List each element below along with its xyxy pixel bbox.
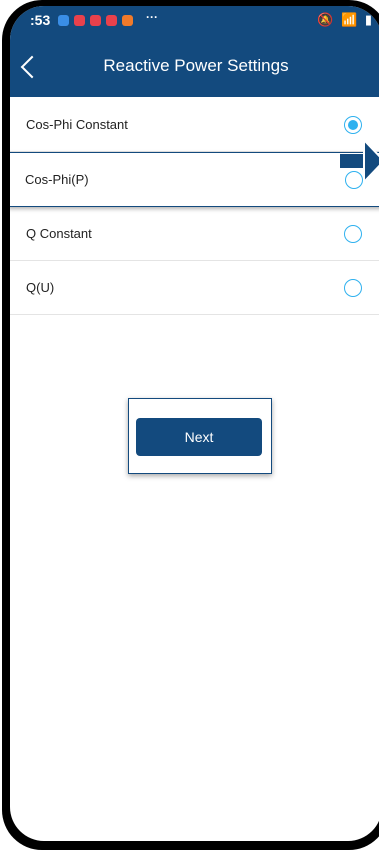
annotation-arrow-icon (340, 140, 379, 184)
next-button[interactable]: Next (136, 418, 262, 456)
option-label: Q(U) (26, 280, 55, 295)
notification-icon (74, 15, 85, 26)
notification-icon (90, 15, 101, 26)
radio-icon[interactable] (344, 278, 362, 297)
option-q-constant[interactable]: Q Constant (10, 207, 379, 261)
notification-icon (122, 15, 133, 26)
status-time: :53 (30, 12, 51, 28)
phone-frame: :53 ··· 🔕 📶 ▮ Reactive Power Settings Co… (2, 0, 379, 850)
radio-icon[interactable] (344, 224, 362, 243)
notification-icon (106, 15, 117, 26)
option-label: Q Constant (26, 226, 92, 241)
screen: :53 ··· 🔕 📶 ▮ Reactive Power Settings Co… (10, 6, 379, 841)
reactive-power-options: Cos-Phi Constant Cos-Phi(P) Q Constant Q… (10, 98, 379, 315)
more-notifications-icon: ··· (146, 10, 158, 24)
option-label: Cos-Phi(P) (25, 172, 89, 187)
system-icons: 🔕 📶 ▮ (317, 12, 374, 27)
option-cos-phi-p[interactable]: Cos-Phi(P) (10, 152, 379, 207)
status-bar: :53 ··· 🔕 📶 ▮ (10, 6, 379, 36)
option-label: Cos-Phi Constant (26, 117, 128, 132)
option-q-u[interactable]: Q(U) (10, 261, 379, 315)
notification-icon (58, 15, 69, 26)
app-header: :53 ··· 🔕 📶 ▮ Reactive Power Settings (10, 6, 379, 97)
page-title: Reactive Power Settings (103, 56, 289, 75)
radio-selected-icon[interactable] (344, 115, 362, 134)
option-cos-phi-constant[interactable]: Cos-Phi Constant (10, 98, 379, 152)
